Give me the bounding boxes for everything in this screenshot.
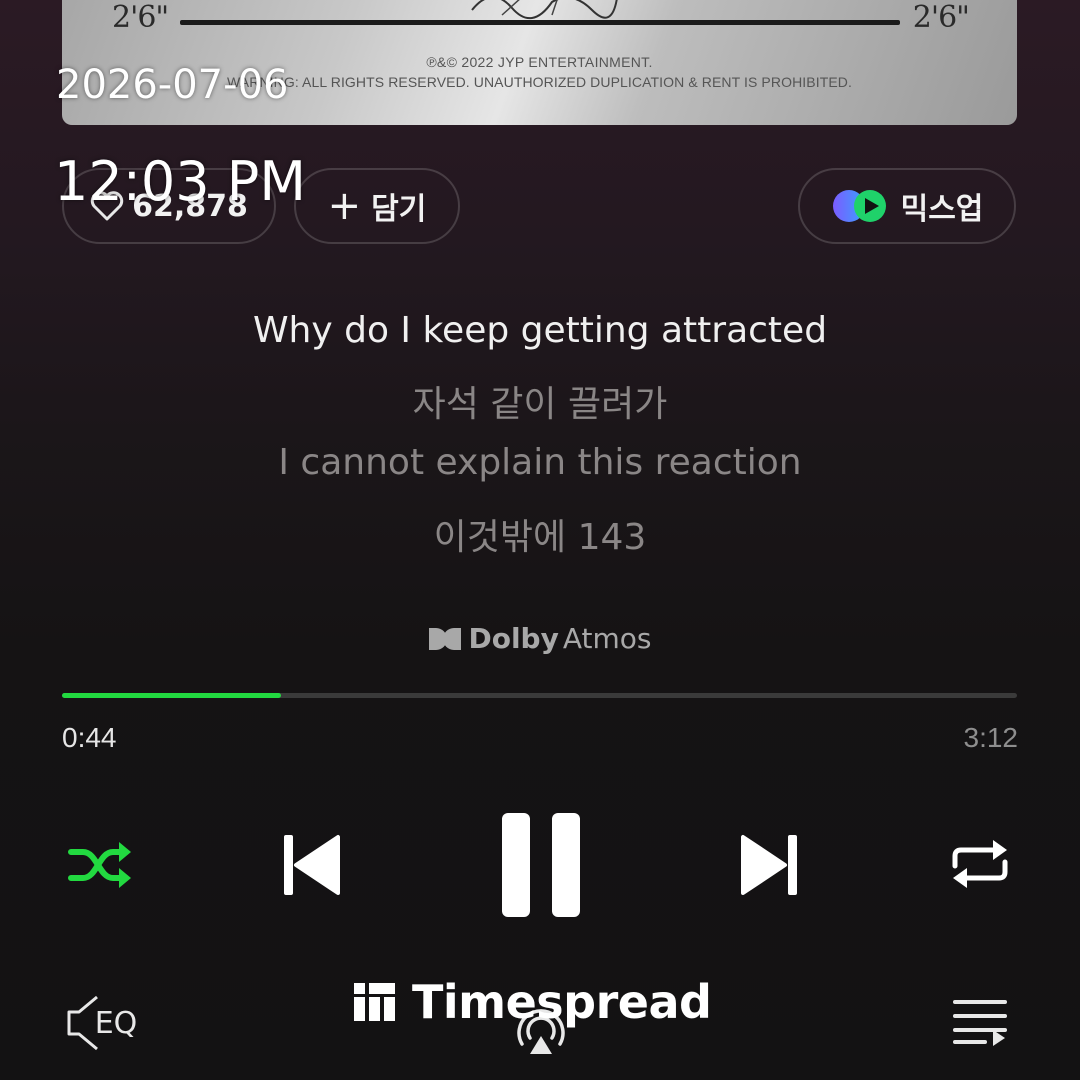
dolby-atmos-badge: Dolby Atmos	[0, 622, 1080, 655]
eq-label: EQ	[94, 1005, 138, 1041]
lyric-line[interactable]: 자석 같이 끌려가	[0, 375, 1080, 427]
overlay-date: 2026-07-06	[56, 62, 289, 108]
current-time: 0:44	[62, 722, 117, 753]
pause-icon	[502, 813, 580, 917]
album-duration-left: 2'6"	[112, 0, 169, 35]
mixup-label: 믹스업	[900, 192, 984, 227]
watermark: Timespread	[352, 975, 712, 1029]
lyric-line[interactable]: I cannot explain this reaction	[0, 442, 1080, 483]
album-signature-art	[471, 0, 618, 19]
playlist-icon	[953, 1000, 1007, 1046]
skip-previous-icon	[284, 835, 340, 895]
dolby-suffix: Atmos	[562, 622, 652, 655]
skip-next-icon	[741, 835, 797, 895]
progress-fill	[62, 693, 281, 698]
lyric-line[interactable]: 이것밖에 143	[0, 508, 1080, 560]
watermark-text: Timespread	[412, 975, 712, 1029]
previous-button[interactable]	[278, 830, 344, 900]
overlay-time: 12:03 PM	[54, 150, 306, 213]
mixup-button[interactable]: 믹스업	[798, 168, 1016, 244]
dolby-brand: Dolby	[468, 622, 559, 655]
plus-icon: +	[327, 183, 362, 229]
speaker-icon	[67, 995, 98, 1051]
lyric-line-current[interactable]: Why do I keep getting attracted	[0, 310, 1080, 351]
playlist-button[interactable]	[950, 994, 1010, 1050]
album-duration-right: 2'6"	[912, 0, 970, 35]
progress-bar[interactable]	[62, 693, 1017, 698]
shuffle-button[interactable]	[64, 835, 136, 895]
pause-button[interactable]	[496, 808, 586, 922]
next-button[interactable]	[737, 830, 803, 900]
repeat-icon	[952, 840, 1008, 888]
repeat-button[interactable]	[948, 835, 1012, 893]
timespread-logo-icon	[354, 983, 395, 1021]
shuffle-icon	[68, 842, 131, 888]
add-label: 담기	[371, 192, 427, 227]
total-time: 3:12	[963, 722, 1019, 753]
album-duration-line	[180, 20, 900, 25]
mixup-icon	[832, 190, 886, 222]
eq-button[interactable]: EQ	[60, 990, 142, 1056]
add-to-playlist-button[interactable]: + 담기	[294, 168, 460, 244]
dolby-logo-icon	[429, 627, 462, 650]
